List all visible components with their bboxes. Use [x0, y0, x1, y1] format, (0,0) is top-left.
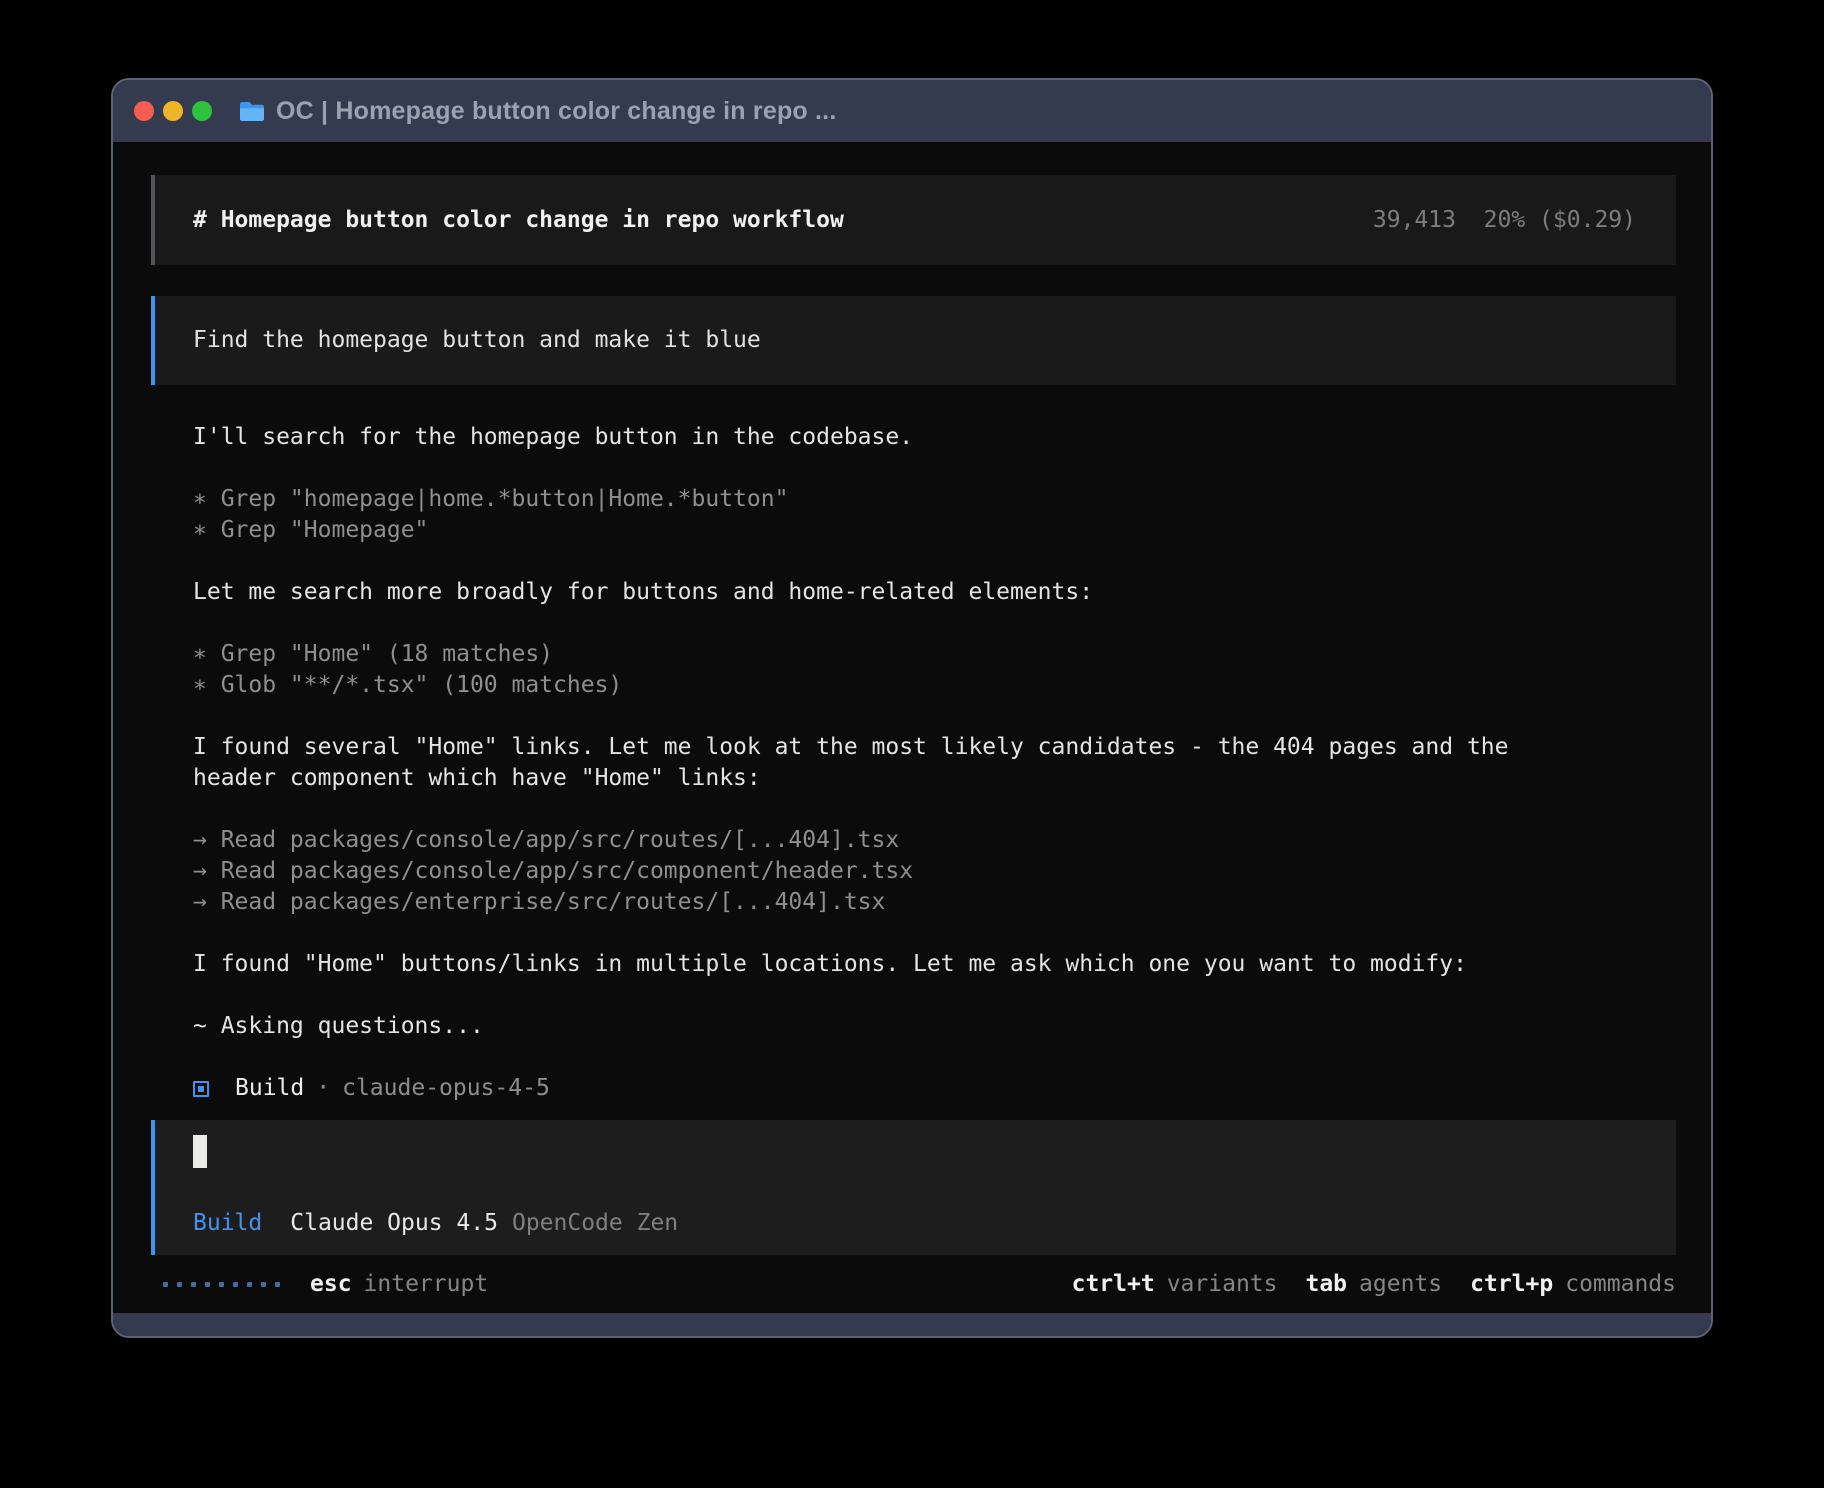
label-interrupt: interrupt	[364, 1271, 489, 1297]
tool-call-line: ∗ Grep "Home" (18 matches)	[193, 639, 1676, 670]
assistant-text-line: I'll search for the homepage button in t…	[193, 422, 1676, 453]
shortcut-variants: ctrl+t variants	[1072, 1269, 1278, 1300]
prompt-input[interactable]: Build Claude Opus 4.5 OpenCode Zen	[151, 1120, 1676, 1255]
session-title: # Homepage button color change in repo w…	[193, 205, 844, 236]
spinner-dot	[177, 1282, 182, 1287]
status-bar: escinterrupt ctrl+tvariantstabagentsctrl…	[151, 1269, 1676, 1300]
tool-call-line: → Read packages/enterprise/src/routes/[.…	[193, 887, 1676, 918]
user-message-text: Find the homepage button and make it blu…	[193, 325, 761, 356]
tool-call-line: ∗ Grep "Homepage"	[193, 515, 1676, 546]
spinner-dot	[233, 1282, 238, 1287]
assistant-text: ~ Asking questions...	[193, 1011, 1676, 1042]
shortcut-agents: tab agents	[1305, 1269, 1442, 1300]
terminal-window: OC | Homepage button color change in rep…	[111, 78, 1713, 1338]
assistant-text-line: I found several "Home" links. Let me loo…	[193, 732, 1676, 763]
window-footer	[113, 1313, 1711, 1338]
label-variants: variants	[1167, 1271, 1278, 1297]
assistant-text-line: header component which have "Home" links…	[193, 763, 1676, 794]
folder-icon	[239, 101, 265, 122]
input-model-label: Claude Opus 4.5	[290, 1208, 498, 1239]
agent-status-line: Build · claude-opus-4-5	[151, 1073, 1676, 1104]
assistant-text: Let me search more broadly for buttons a…	[193, 577, 1676, 608]
tool-call-line: → Read packages/console/app/src/routes/[…	[193, 825, 1676, 856]
window-titlebar[interactable]: OC | Homepage button color change in rep…	[113, 80, 1711, 142]
spinner-dot	[163, 1282, 168, 1287]
spinner-dot	[191, 1282, 196, 1287]
spinner-dot	[275, 1282, 280, 1287]
tool-call-group: ∗ Grep "Home" (18 matches)∗ Glob "**/*.t…	[193, 639, 1676, 701]
status-bar-left: esc interrupt	[151, 1269, 488, 1300]
spinner-dot	[261, 1282, 266, 1287]
label-commands: commands	[1565, 1271, 1676, 1297]
assistant-text-line: ~ Asking questions...	[193, 1011, 1676, 1042]
spinner-dot	[247, 1282, 252, 1287]
key-tab: tab	[1305, 1271, 1347, 1297]
shortcut-interrupt: esc interrupt	[310, 1269, 488, 1300]
agent-model: claude-opus-4-5	[342, 1073, 550, 1104]
session-header: # Homepage button color change in repo w…	[151, 175, 1676, 265]
window-title: OC | Homepage button color change in rep…	[276, 97, 836, 126]
text-cursor	[193, 1135, 207, 1168]
assistant-text: I found "Home" buttons/links in multiple…	[193, 949, 1676, 980]
tool-call-group: ∗ Grep "homepage|home.*button|Home.*butt…	[193, 484, 1676, 546]
assistant-text: I'll search for the homepage button in t…	[193, 422, 1676, 453]
close-button[interactable]	[134, 101, 154, 121]
key-ctrl+t: ctrl+t	[1072, 1271, 1155, 1297]
assistant-text-line: I found "Home" buttons/links in multiple…	[193, 949, 1676, 980]
spinner-dots	[163, 1282, 280, 1287]
assistant-text: I found several "Home" links. Let me loo…	[193, 732, 1676, 794]
key-ctrl+p: ctrl+p	[1470, 1271, 1553, 1297]
spinner-dot	[205, 1282, 210, 1287]
tool-call-line: → Read packages/console/app/src/componen…	[193, 856, 1676, 887]
tool-call-line: ∗ Glob "**/*.tsx" (100 matches)	[193, 670, 1676, 701]
agent-separator: ·	[316, 1073, 330, 1104]
spinner-dot	[219, 1282, 224, 1287]
user-message: Find the homepage button and make it blu…	[151, 296, 1676, 385]
assistant-text-line: Let me search more broadly for buttons a…	[193, 577, 1676, 608]
build-agent-icon	[193, 1081, 209, 1097]
input-meta-row: Build Claude Opus 4.5 OpenCode Zen	[193, 1208, 1636, 1239]
label-agents: agents	[1359, 1271, 1442, 1297]
agent-name: Build	[235, 1073, 304, 1104]
traffic-lights	[134, 101, 212, 121]
minimize-button[interactable]	[163, 101, 183, 121]
tool-call-group: → Read packages/console/app/src/routes/[…	[193, 825, 1676, 918]
session-token-stats: 39,413 20% ($0.29)	[1373, 205, 1636, 236]
tool-call-line: ∗ Grep "homepage|home.*button|Home.*butt…	[193, 484, 1676, 515]
zoom-button[interactable]	[192, 101, 212, 121]
input-provider-label: OpenCode Zen	[512, 1208, 678, 1239]
status-bar-right: ctrl+t variants tab agents ctrl+p commands	[1044, 1269, 1676, 1300]
key-esc: esc	[310, 1271, 352, 1297]
terminal-body: # Homepage button color change in repo w…	[113, 142, 1711, 1313]
shortcut-commands: ctrl+p commands	[1470, 1269, 1676, 1300]
input-agent-label[interactable]: Build	[193, 1208, 262, 1239]
conversation: I'll search for the homepage button in t…	[151, 422, 1676, 1042]
